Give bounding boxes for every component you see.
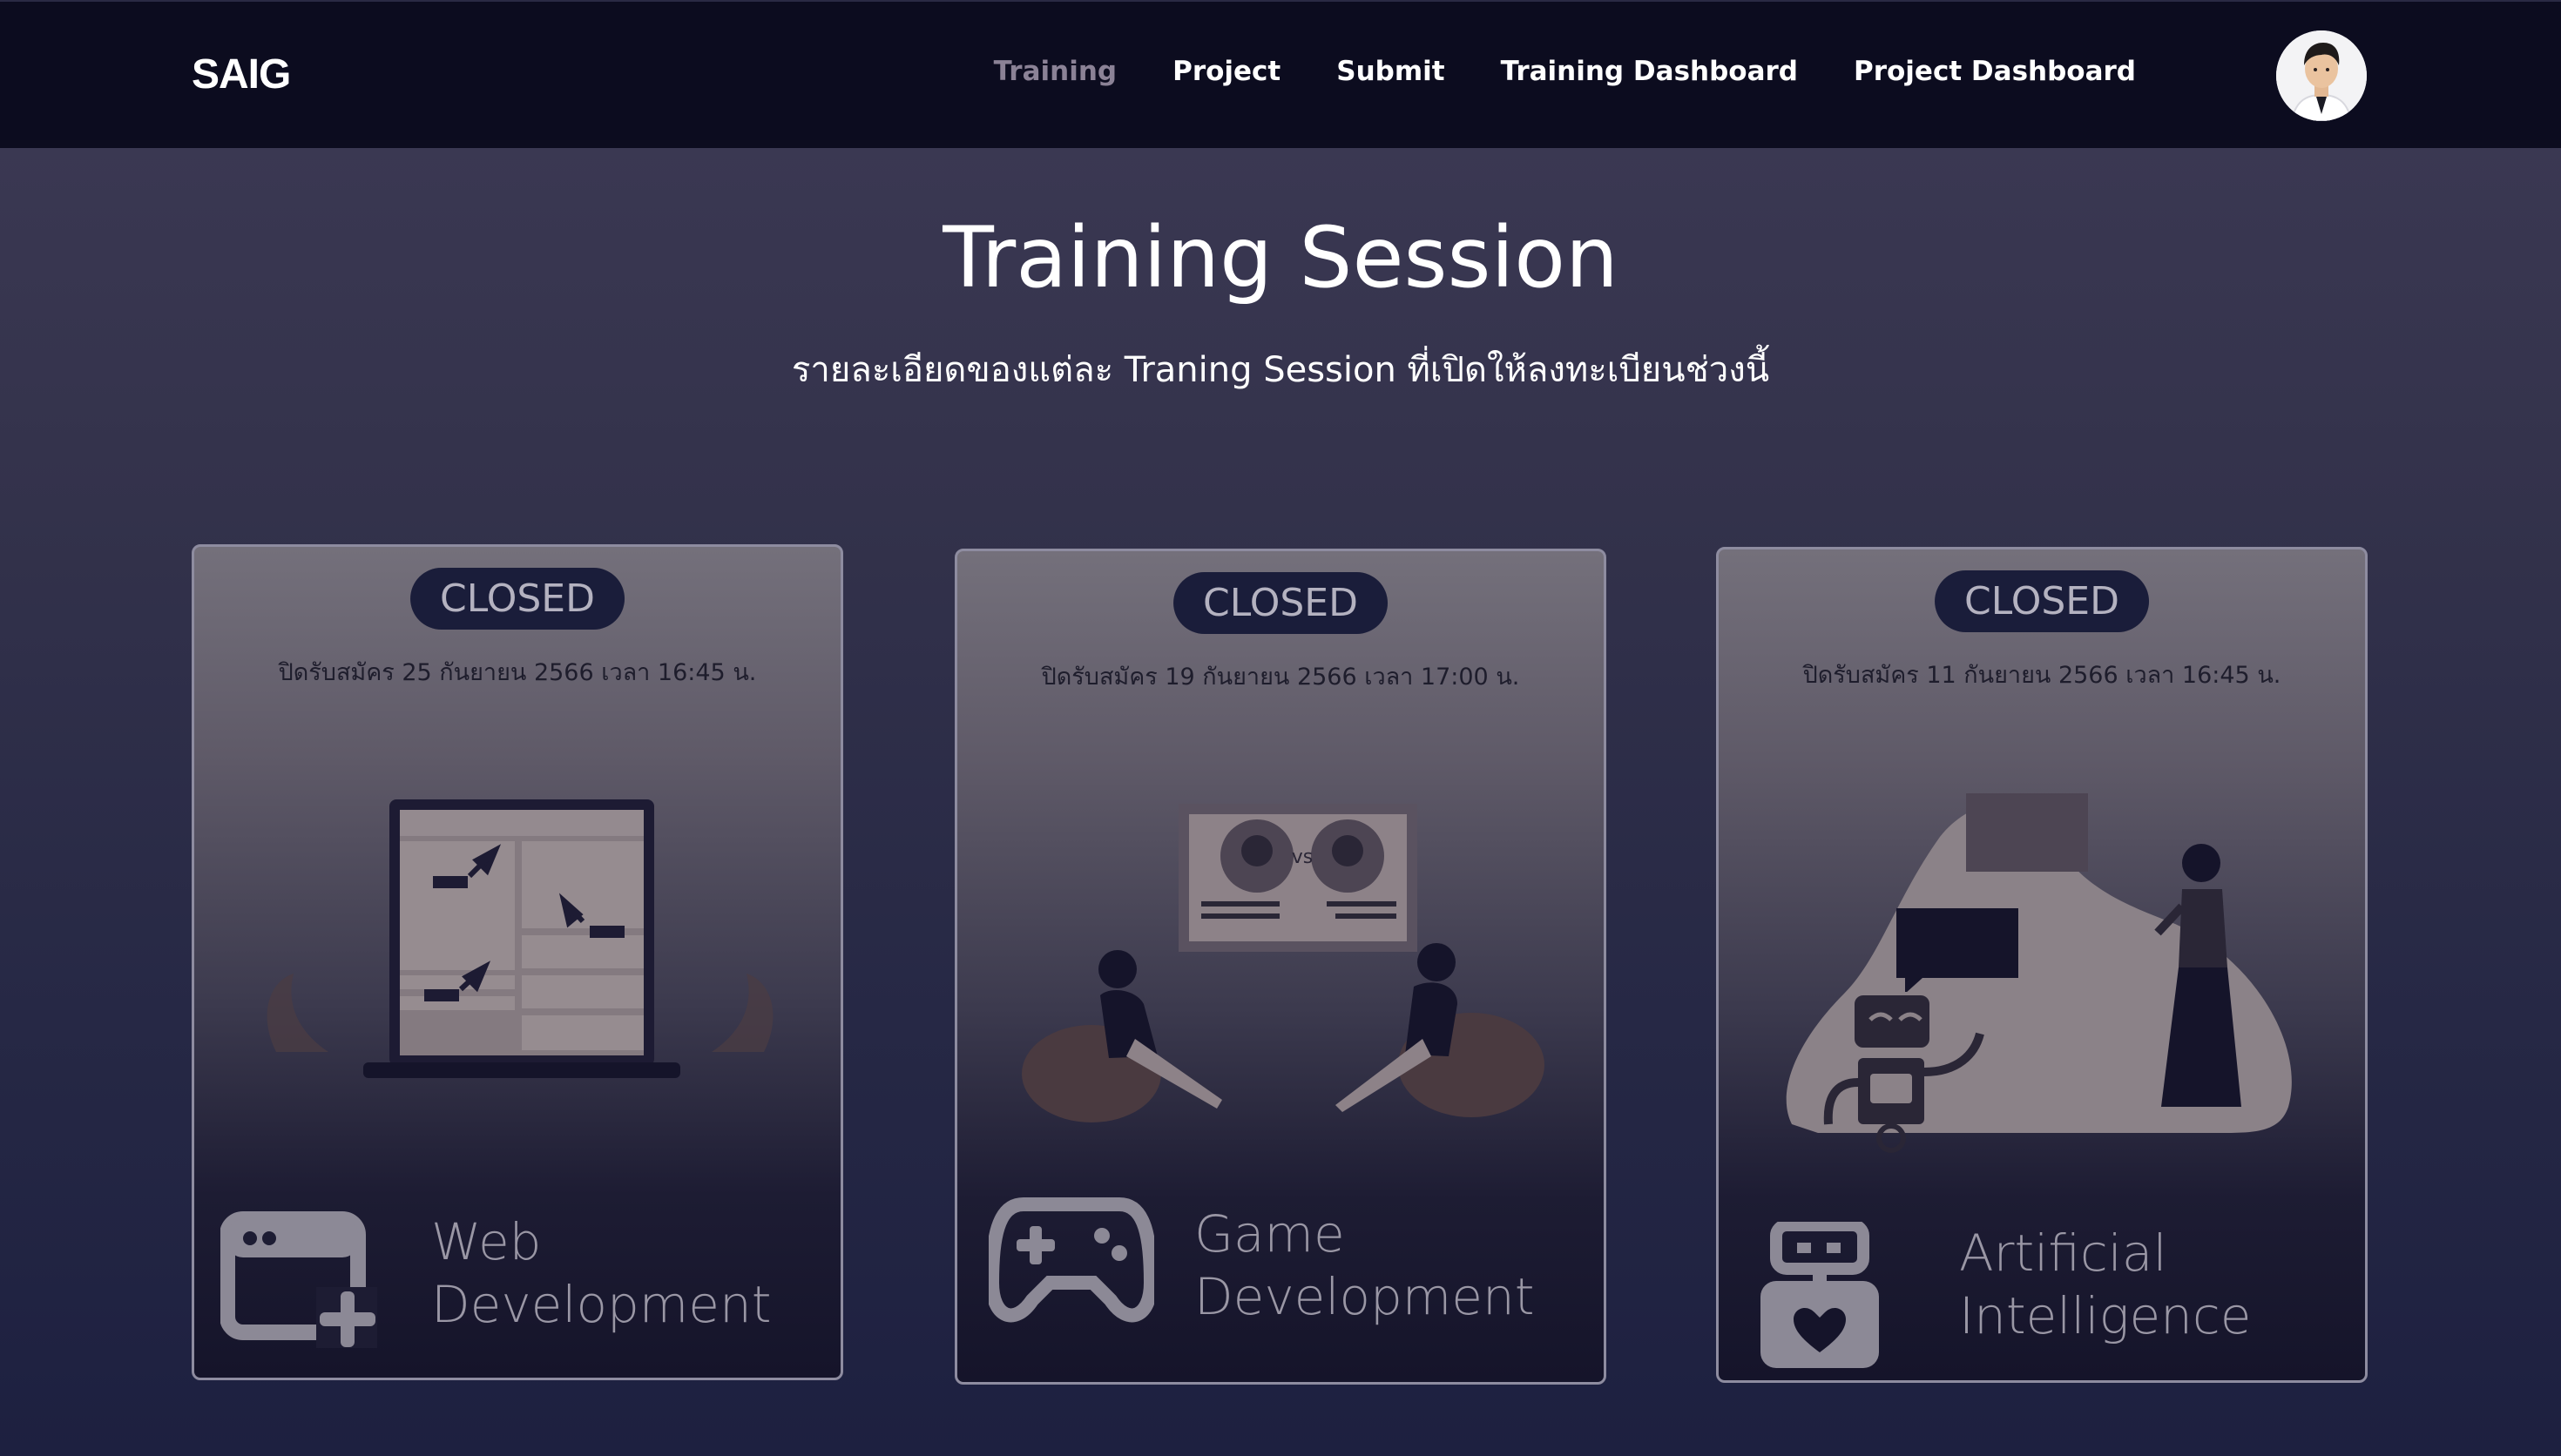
page-subtitle: รายละเอียดของแต่ละ Traning Session ที่เป…	[791, 350, 1770, 390]
status-badge: CLOSED	[1935, 570, 2149, 632]
robot-illustration	[1786, 793, 2292, 1153]
card-title: Artificial Intelligence	[1959, 1222, 2251, 1347]
brand-logo[interactable]: SAIG	[192, 51, 291, 98]
card-title-line-1: Game	[1194, 1204, 1345, 1264]
training-card-web-development[interactable]: CLOSED ปิดรับสมัคร 25 กันยายน 2566 เวลา …	[192, 544, 843, 1380]
web-window-add-icon	[220, 1211, 377, 1348]
nav-link-project[interactable]: Project	[1172, 56, 1280, 87]
gamepad-icon	[989, 1197, 1154, 1323]
user-avatar-icon	[2276, 30, 2367, 121]
closing-date: ปิดรับสมัคร 25 กันยายน 2566 เวลา 16:45 น…	[278, 659, 757, 686]
status-badge: CLOSED	[1173, 572, 1388, 634]
card-title-line-1: Artificial	[1959, 1223, 2167, 1283]
user-avatar[interactable]	[2276, 30, 2367, 121]
card-title-line-2: Development	[431, 1275, 772, 1334]
card-title-line-1: Web	[431, 1212, 542, 1271]
nav-link-training-dashboard[interactable]: Training Dashboard	[1501, 56, 1798, 87]
nav-link-submit[interactable]: Submit	[1336, 56, 1444, 87]
gamers-illustration: vs	[1022, 804, 1544, 1122]
card-title-line-2: Development	[1194, 1267, 1535, 1326]
robot-heart-icon	[1760, 1222, 1879, 1368]
nav-link-project-dashboard[interactable]: Project Dashboard	[1854, 56, 2136, 87]
navbar: SAIG Training Project Submit Training Da…	[0, 0, 2561, 148]
nav-link-training[interactable]: Training	[994, 56, 1118, 87]
nav-links: Training Project Submit Training Dashboa…	[994, 56, 2136, 87]
training-card-artificial-intelligence[interactable]: CLOSED ปิดรับสมัคร 11 กันยายน 2566 เวลา …	[1716, 547, 2368, 1383]
card-title: Game Development	[1194, 1203, 1534, 1328]
card-title-line-2: Intelligence	[1959, 1286, 2252, 1345]
closing-date: ปิดรับสมัคร 11 กันยายน 2566 เวลา 16:45 น…	[1802, 662, 2281, 689]
closing-date: ปิดรับสมัคร 19 กันยายน 2566 เวลา 17:00 น…	[1041, 664, 1520, 691]
svg-text:vs: vs	[1292, 846, 1313, 868]
laptop-illustration	[267, 799, 774, 1078]
card-title: Web Development	[431, 1210, 771, 1336]
page-title: Training Session	[943, 209, 1618, 307]
status-badge: CLOSED	[410, 568, 625, 630]
training-card-game-development[interactable]: CLOSED ปิดรับสมัคร 19 กันยายน 2566 เวลา …	[955, 549, 1606, 1385]
